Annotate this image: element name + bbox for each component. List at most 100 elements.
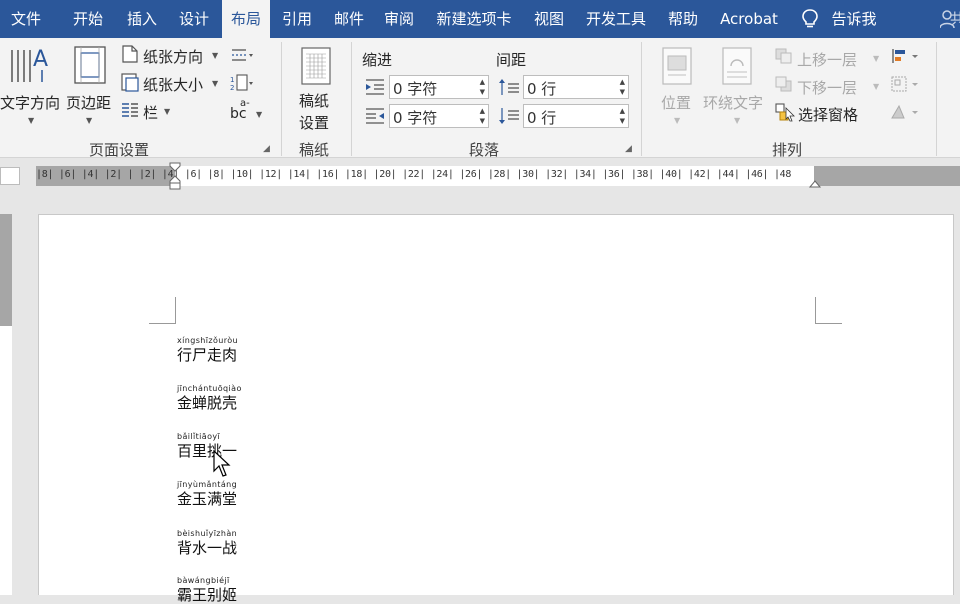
ribbon-tab-bar: 文件 开始 插入 设计 布局 引用 邮件 审阅 新建选项卡 视图 开发工具 帮助… bbox=[0, 0, 960, 38]
chevron-down-icon: ▼ bbox=[873, 82, 880, 91]
wrap-text-button[interactable]: 环绕文字 bbox=[703, 92, 763, 113]
spacing-after-field[interactable]: 0 行 ▲ ▼ bbox=[523, 104, 629, 128]
tell-me-search[interactable]: 告诉我 bbox=[826, 0, 882, 38]
columns-button[interactable]: 栏 bbox=[143, 102, 158, 123]
svg-text:1: 1 bbox=[230, 76, 234, 84]
svg-text:2: 2 bbox=[230, 84, 234, 92]
idiom-entry[interactable]: jīnchántuōqiào 金蝉脱壳 bbox=[177, 384, 242, 412]
chevron-down-icon: ▼ bbox=[212, 79, 219, 88]
dialog-launcher-icon[interactable]: ◢ bbox=[263, 144, 270, 154]
vertical-ruler-top-margin bbox=[0, 214, 12, 326]
indent-left-icon bbox=[366, 79, 384, 95]
spin-up-icon[interactable]: ▲ bbox=[620, 78, 625, 86]
vertical-ruler[interactable] bbox=[0, 214, 12, 595]
position-button[interactable]: 位置 bbox=[661, 92, 691, 113]
idiom-entry[interactable]: bèishuǐyīzhàn 背水一战 bbox=[177, 529, 237, 557]
tab-acrobat[interactable]: Acrobat bbox=[712, 0, 786, 38]
lightbulb-icon[interactable] bbox=[801, 8, 819, 30]
group-objects-icon[interactable] bbox=[890, 75, 920, 93]
idiom-pinyin: jīnchántuōqiào bbox=[177, 384, 242, 393]
tab-design[interactable]: 设计 bbox=[168, 0, 220, 38]
tab-review[interactable]: 审阅 bbox=[376, 0, 422, 38]
tab-layout[interactable]: 布局 bbox=[222, 0, 270, 38]
tab-help[interactable]: 帮助 bbox=[660, 0, 706, 38]
right-indent-marker-icon[interactable] bbox=[809, 178, 821, 188]
group-separator bbox=[641, 42, 642, 156]
idiom-entry[interactable]: bàwángbiéjī 霸王别姬 bbox=[177, 576, 237, 604]
group-page-setup: 页面设置 bbox=[89, 141, 150, 159]
tab-selector[interactable] bbox=[0, 167, 20, 185]
tab-insert[interactable]: 插入 bbox=[116, 0, 168, 38]
send-backward-icon bbox=[775, 76, 792, 92]
idiom-text: 金玉满堂 bbox=[177, 490, 238, 508]
chevron-down-icon: ▼ bbox=[256, 110, 263, 119]
share-label[interactable]: 共 bbox=[950, 0, 960, 38]
idiom-entry[interactable]: xíngshīzǒuròu 行尸走肉 bbox=[177, 336, 238, 364]
group-paragraph: 段落 bbox=[469, 141, 500, 159]
selection-pane-icon bbox=[775, 103, 795, 122]
idiom-text: 行尸走肉 bbox=[177, 346, 238, 364]
idiom-text: 金蝉脱壳 bbox=[177, 394, 238, 412]
position-icon bbox=[662, 47, 692, 85]
indent-left-value: 0 字符 bbox=[393, 80, 438, 98]
group-separator bbox=[351, 42, 352, 156]
spacing-before-value: 0 行 bbox=[527, 80, 557, 98]
selection-pane-button[interactable]: 选择窗格 bbox=[798, 104, 858, 125]
send-backward-button[interactable]: 下移一层 bbox=[797, 77, 857, 98]
tab-file[interactable]: 文件 bbox=[0, 0, 52, 38]
spin-down-icon[interactable]: ▼ bbox=[620, 117, 625, 125]
text-direction-button[interactable]: 文字方向 bbox=[0, 92, 60, 113]
spacing-before-field[interactable]: 0 行 ▲ ▼ bbox=[523, 75, 629, 99]
orientation-button[interactable]: 纸张方向 bbox=[143, 46, 203, 67]
manuscript-settings-label-line2: 设置 bbox=[299, 114, 330, 132]
breaks-icon[interactable] bbox=[230, 46, 254, 64]
horizontal-ruler[interactable]: |8| |6| |4| |2| | |2| |4| |6| |8| |10| |… bbox=[36, 162, 960, 190]
spin-down-icon[interactable]: ▼ bbox=[620, 88, 625, 96]
idiom-entry[interactable]: jīnyùmǎntáng 金玉满堂 bbox=[177, 480, 237, 508]
manuscript-icon bbox=[301, 47, 331, 85]
margins-button[interactable]: 页边距 bbox=[66, 92, 111, 113]
tab-home[interactable]: 开始 bbox=[62, 0, 114, 38]
tab-references[interactable]: 引用 bbox=[274, 0, 320, 38]
spin-up-icon[interactable]: ▲ bbox=[480, 107, 485, 115]
bring-forward-icon bbox=[775, 48, 792, 64]
crop-mark-top-right bbox=[815, 297, 842, 324]
paper-size-icon bbox=[121, 73, 139, 92]
spin-up-icon[interactable]: ▲ bbox=[620, 107, 625, 115]
hyphenation-icon: a- bbox=[240, 98, 250, 109]
orientation-icon bbox=[122, 45, 138, 63]
crop-mark-top-left bbox=[149, 297, 176, 324]
indent-right-icon bbox=[366, 108, 384, 124]
tab-developer[interactable]: 开发工具 bbox=[578, 0, 654, 38]
tab-view[interactable]: 视图 bbox=[526, 0, 572, 38]
tab-mailings[interactable]: 邮件 bbox=[326, 0, 372, 38]
align-icon[interactable] bbox=[890, 47, 920, 65]
spin-down-icon[interactable]: ▼ bbox=[480, 117, 485, 125]
manuscript-settings-button[interactable]: 稿纸 bbox=[299, 90, 329, 111]
line-numbers-icon[interactable]: 1 2 bbox=[230, 74, 254, 92]
rotate-icon[interactable] bbox=[890, 103, 920, 121]
spin-up-icon[interactable]: ▲ bbox=[480, 78, 485, 86]
chevron-down-icon: ▼ bbox=[28, 116, 35, 125]
spin-down-icon[interactable]: ▼ bbox=[480, 88, 485, 96]
group-arrange: 排列 bbox=[772, 141, 803, 159]
group-separator bbox=[281, 42, 282, 156]
columns-icon bbox=[122, 103, 138, 117]
paper-size-button[interactable]: 纸张大小 bbox=[143, 74, 203, 95]
spacing-after-icon bbox=[499, 108, 519, 124]
ribbon-layout: A 文字方向 ▼ 页边距 ▼ 纸张方向 ▼ 纸张大小 ▼ 栏 ▼ 1 2 bc … bbox=[0, 38, 960, 159]
group-manuscript: 稿纸 bbox=[299, 141, 330, 159]
idiom-pinyin: bàwángbiéjī bbox=[177, 576, 230, 585]
tab-new-tab[interactable]: 新建选项卡 bbox=[428, 0, 520, 38]
indent-right-field[interactable]: 0 字符 ▲ ▼ bbox=[389, 104, 489, 128]
bring-forward-button[interactable]: 上移一层 bbox=[797, 49, 857, 70]
chevron-down-icon: ▼ bbox=[212, 51, 219, 60]
indent-marker-icon[interactable] bbox=[168, 162, 182, 190]
chevron-down-icon: ▼ bbox=[734, 116, 741, 125]
document-page[interactable] bbox=[38, 214, 954, 595]
svg-text:A: A bbox=[33, 47, 48, 72]
spacing-after-value: 0 行 bbox=[527, 109, 557, 127]
indent-left-field[interactable]: 0 字符 ▲ ▼ bbox=[389, 75, 489, 99]
dialog-launcher-icon[interactable]: ◢ bbox=[625, 144, 632, 154]
chevron-down-icon: ▼ bbox=[873, 54, 880, 63]
